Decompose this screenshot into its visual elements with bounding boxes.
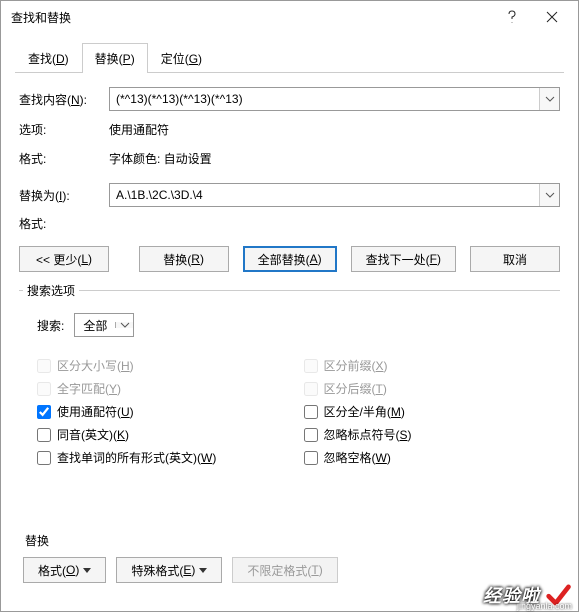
checkbox-columns: 区分大小写(H) 全字匹配(Y) 使用通配符(U) 同音(英文)(K) bbox=[23, 351, 556, 472]
ignore-punct-checkbox[interactable]: 忽略标点符号(S) bbox=[304, 426, 557, 443]
use-wildcards-checkbox[interactable]: 使用通配符(U) bbox=[37, 403, 290, 420]
replace-with-dropdown-button[interactable] bbox=[539, 184, 559, 206]
search-options-legend: 搜索选项 bbox=[23, 282, 79, 299]
options-label: 选项: bbox=[19, 121, 109, 138]
find-format-row: 格式: 字体颜色: 自动设置 bbox=[19, 148, 560, 169]
options-row: 选项: 使用通配符 bbox=[19, 119, 560, 140]
no-formatting-button: 不限定格式(T) bbox=[232, 557, 337, 583]
checkbox-right-column: 区分前缀(X) 区分后缀(T) 区分全/半角(M) 忽略标点符号(S) bbox=[290, 351, 557, 472]
main-button-row: << 更少(L) 替换(R) 全部替换(A) 查找下一处(F) 取消 bbox=[19, 246, 560, 272]
dialog-body: 查找内容(N): 选项: 使用通配符 格式: 字体颜色: 自动设置 替换为(I)… bbox=[1, 73, 578, 607]
close-icon bbox=[546, 11, 558, 23]
search-direction-label: 搜索: bbox=[37, 317, 64, 334]
find-what-dropdown-button[interactable] bbox=[539, 88, 559, 110]
all-word-forms-checkbox[interactable]: 查找单词的所有形式(英文)(W) bbox=[37, 449, 290, 466]
match-suffix-checkbox: 区分后缀(T) bbox=[304, 380, 557, 397]
tab-goto[interactable]: 定位(G) bbox=[148, 43, 215, 73]
find-what-input-wrap bbox=[109, 87, 560, 111]
tab-replace[interactable]: 替换(P) bbox=[82, 43, 148, 73]
ignore-space-checkbox[interactable]: 忽略空格(W) bbox=[304, 449, 557, 466]
replace-with-label: 替换为(I): bbox=[19, 187, 109, 204]
dropdown-arrow-icon bbox=[83, 568, 91, 573]
options-value: 使用通配符 bbox=[109, 119, 169, 140]
find-format-label: 格式: bbox=[19, 150, 109, 167]
find-what-label: 查找内容(N): bbox=[19, 91, 109, 108]
find-format-value: 字体颜色: 自动设置 bbox=[109, 148, 212, 169]
format-button-row: 格式(O) 特殊格式(E) 不限定格式(T) bbox=[23, 557, 556, 583]
replace-section-label: 替换 bbox=[25, 532, 556, 549]
help-button[interactable] bbox=[492, 3, 532, 31]
find-replace-dialog: 查找和替换 查找(D) 替换(P) 定位(G) 查找内容(N): bbox=[0, 0, 579, 612]
special-menu-button[interactable]: 特殊格式(E) bbox=[116, 557, 222, 583]
replace-with-input-wrap bbox=[109, 183, 560, 207]
dropdown-arrow-icon bbox=[199, 568, 207, 573]
less-button[interactable]: << 更少(L) bbox=[19, 246, 109, 272]
tab-find[interactable]: 查找(D) bbox=[15, 43, 82, 73]
search-direction-value: 全部 bbox=[75, 317, 115, 334]
tab-bar: 查找(D) 替换(P) 定位(G) bbox=[1, 33, 578, 73]
sounds-like-checkbox[interactable]: 同音(英文)(K) bbox=[37, 426, 290, 443]
match-case-checkbox: 区分大小写(H) bbox=[37, 357, 290, 374]
titlebar: 查找和替换 bbox=[1, 1, 578, 33]
checkbox-left-column: 区分大小写(H) 全字匹配(Y) 使用通配符(U) 同音(英文)(K) bbox=[23, 351, 290, 472]
replace-with-input[interactable] bbox=[110, 184, 539, 206]
whole-word-checkbox: 全字匹配(Y) bbox=[37, 380, 290, 397]
replace-with-row: 替换为(I): bbox=[19, 183, 560, 207]
replace-button[interactable]: 替换(R) bbox=[139, 246, 229, 272]
format-menu-button[interactable]: 格式(O) bbox=[23, 557, 106, 583]
find-next-button[interactable]: 查找下一处(F) bbox=[351, 246, 456, 272]
search-direction-select[interactable]: 全部 bbox=[74, 313, 134, 337]
replace-format-row: 格式: bbox=[19, 215, 560, 232]
dialog-title: 查找和替换 bbox=[11, 9, 492, 26]
chevron-down-icon bbox=[545, 192, 555, 198]
chevron-down-icon bbox=[545, 96, 555, 102]
cancel-button[interactable]: 取消 bbox=[470, 246, 560, 272]
replace-format-label: 格式: bbox=[19, 215, 109, 232]
close-button[interactable] bbox=[532, 3, 572, 31]
search-direction-dropdown-button[interactable] bbox=[115, 322, 133, 328]
search-direction-row: 搜索: 全部 bbox=[37, 313, 556, 337]
find-what-row: 查找内容(N): bbox=[19, 87, 560, 111]
replace-all-button[interactable]: 全部替换(A) bbox=[243, 246, 337, 272]
match-prefix-checkbox: 区分前缀(X) bbox=[304, 357, 557, 374]
chevron-down-icon bbox=[120, 322, 130, 328]
find-what-input[interactable] bbox=[110, 88, 539, 110]
full-half-width-checkbox[interactable]: 区分全/半角(M) bbox=[304, 403, 557, 420]
search-options-group: 搜索选项 搜索: 全部 区分大小写(H) bbox=[19, 282, 560, 587]
